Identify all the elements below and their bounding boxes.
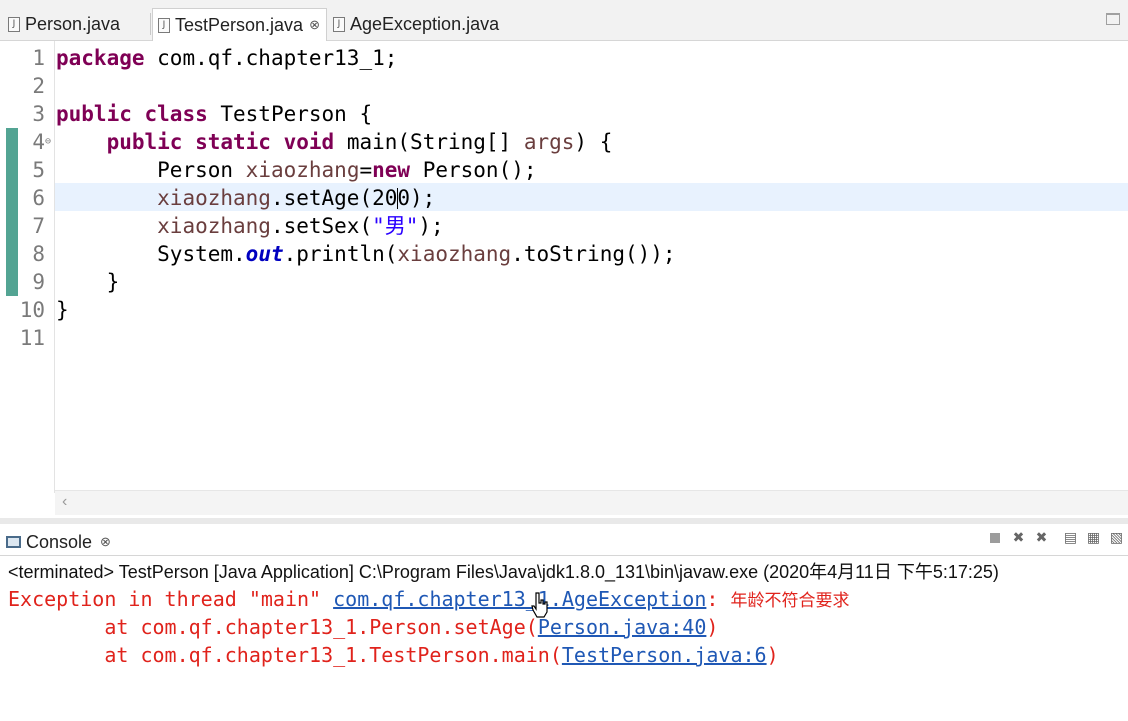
code-text: } [106,270,120,294]
code-text: main(String[] [334,130,524,154]
fold-toggle-icon[interactable]: ⊖ [45,128,51,156]
line-number: 7 [32,214,45,238]
line-number: 4 [32,130,45,154]
static-field: out [245,242,284,266]
keyword: void [283,130,335,154]
show-on-output-icon[interactable]: ▦ [1086,530,1101,546]
tab-label: AgeException.java [350,14,500,34]
code-editor[interactable]: 1 package com.qf.chapter13_1; 2 3 public… [0,41,1128,515]
code-line: 4 ⊖ public static void main(String[] arg… [0,128,1128,156]
code-text: Person(); [410,158,537,182]
code-area[interactable]: 1 package com.qf.chapter13_1; 2 3 public… [0,44,1128,352]
string-literal: "男" [372,214,419,238]
stack-trace-line: at com.qf.chapter13_1.Person.setAge(Pers… [8,613,849,641]
local-variable: xiaozhang [157,214,271,238]
exception-colon: : [706,587,731,611]
code-text: = [359,158,373,182]
console-tab-label: Console [26,531,93,552]
close-icon[interactable]: ⊗ [309,17,320,33]
keyword: public [106,130,183,154]
line-number: 8 [32,242,45,266]
stack-trace-suffix: ) [706,615,719,639]
exception-prefix: Exception in thread "main" [8,587,334,611]
line-number: 11 [19,326,45,350]
exception-message: 年龄不符合要求 [730,591,850,611]
stack-trace-line: at com.qf.chapter13_1.TestPerson.main(Te… [8,641,849,669]
keyword: new [372,158,411,182]
code-text: } [56,298,69,322]
close-icon[interactable]: ⊗ [100,534,111,550]
maximize-icon[interactable] [1106,13,1120,25]
stack-trace-prefix: at com.qf.chapter13_1.Person.setAge( [8,615,538,639]
tab-separator [150,13,151,35]
java-file-icon: J [8,17,20,32]
local-variable: xiaozhang [157,186,271,210]
stack-trace-link[interactable]: Person.java:40 [538,615,707,639]
stack-trace-suffix: ) [766,643,779,667]
code-line: 2 [0,72,1128,100]
terminate-icon[interactable] [990,532,1000,543]
code-text: .println( [283,242,398,266]
exception-class-link[interactable]: com.qf.chapter13_1.AgeException [333,587,706,611]
remove-all-icon[interactable]: ✖ [1034,530,1049,546]
keyword: package [56,46,145,70]
java-file-icon: J [333,17,345,32]
console-output[interactable]: Exception in thread "main" com.qf.chapte… [8,585,849,669]
console-status-line: <terminated> TestPerson [Java Applicatio… [8,562,999,582]
local-variable: xiaozhang [397,242,512,266]
code-line: 8 System.out.println(xiaozhang.toString(… [0,240,1128,268]
code-line: 1 package com.qf.chapter13_1; [0,44,1128,72]
keyword: class [144,102,208,126]
horizontal-scrollbar[interactable]: ‹ [55,490,1128,515]
code-text: .setAge(20 [270,186,398,210]
line-number: 5 [32,158,45,182]
code-text: ) { [574,130,613,154]
keyword: public [56,102,132,126]
code-line: 9 } [0,268,1128,296]
code-text: Person [157,158,246,182]
code-line: 10 } [0,296,1128,324]
line-number: 10 [19,298,45,322]
code-line: 7 xiaozhang.setSex("男"); [0,212,1128,240]
console-actions: ✖ ✖ ▤ ▦ ▧ [987,530,1124,546]
remove-launch-icon[interactable]: ✖ [1011,530,1026,546]
line-number: 2 [32,74,45,98]
editor-tab-bar: J Person.java J TestPerson.java ⊗ J AgeE… [0,0,1128,41]
code-text: TestPerson { [207,102,373,126]
pin-console-icon[interactable]: ▧ [1109,530,1124,546]
keyword: static [195,130,271,154]
stack-trace-prefix: at com.qf.chapter13_1.TestPerson.main( [8,643,562,667]
console-icon [6,536,21,548]
local-variable: xiaozhang [245,158,360,182]
java-file-icon: J [158,17,170,33]
code-line: 11 [0,324,1128,352]
code-line: 5 Person xiaozhang=new Person(); [0,156,1128,184]
exception-line: Exception in thread "main" com.qf.chapte… [8,585,849,613]
code-text: com.qf.chapter13_1; [144,46,398,70]
line-number: 1 [32,46,45,70]
tab-label: TestPerson.java [175,14,304,35]
tab-ageexception-java[interactable]: J AgeException.java [333,8,499,41]
console-toolbar: Console ⊗ ✖ ✖ ▤ ▦ ▧ [0,524,1128,556]
tab-person-java[interactable]: J Person.java [8,8,120,41]
stack-trace-link[interactable]: TestPerson.java:6 [562,643,767,667]
hand-cursor-icon [531,592,548,618]
line-number: 6 [32,186,45,210]
scroll-left-icon[interactable]: ‹ [62,493,67,511]
tab-label: Person.java [25,14,121,34]
parameter: args [523,130,575,154]
code-line-current: 6 xiaozhang.setAge(200); [0,184,1128,212]
tab-testperson-java[interactable]: J TestPerson.java ⊗ [152,8,327,41]
scroll-lock-icon[interactable]: ▤ [1063,530,1078,546]
line-number: 9 [32,270,45,294]
tab-console[interactable]: Console ⊗ [6,528,111,556]
code-text: .toString()); [511,242,676,266]
code-text: System. [157,242,246,266]
code-text: ); [418,214,444,238]
line-number: 3 [32,102,45,126]
code-text: 0); [397,186,436,210]
code-text: .setSex( [270,214,373,238]
code-line: 3 public class TestPerson { [0,100,1128,128]
